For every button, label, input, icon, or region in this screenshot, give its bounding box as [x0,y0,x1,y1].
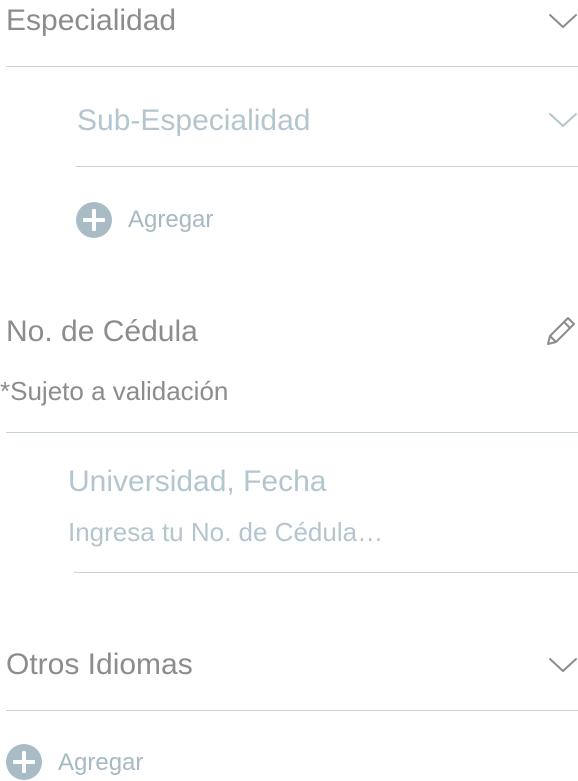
otros-idiomas-dropdown[interactable]: Otros Idiomas [0,640,578,710]
agregar-label: Agregar [58,749,144,776]
sub-especialidad-dropdown[interactable]: Sub-Especialidad [74,96,578,166]
universidad-fecha-label: Universidad, Fecha [68,465,327,498]
divider [6,66,578,67]
cedula-label: No. de Cédula [6,315,198,348]
chevron-down-icon [548,12,578,30]
otros-idiomas-label: Otros Idiomas [6,648,193,681]
divider [6,432,578,433]
cedula-section: No. de Cédula *Sujeto a validación [0,312,578,432]
divider [76,166,578,167]
especialidad-dropdown[interactable]: Especialidad [0,0,578,66]
chevron-down-icon [548,656,578,674]
agregar-idioma-button[interactable]: Agregar [6,742,176,780]
pencil-icon[interactable] [542,314,578,350]
agregar-label: Agregar [128,206,214,233]
plus-circle-icon [76,202,112,238]
cedula-input[interactable]: Ingresa tu No. de Cédula… [68,516,548,548]
validation-note: *Sujeto a validación [0,376,229,406]
especialidad-label: Especialidad [6,4,177,37]
chevron-down-icon [548,111,578,129]
divider [74,572,578,573]
sub-especialidad-label: Sub-Especialidad [77,104,311,137]
agregar-especialidad-button[interactable]: Agregar [76,200,246,240]
divider [6,710,578,711]
plus-circle-icon [6,744,42,780]
